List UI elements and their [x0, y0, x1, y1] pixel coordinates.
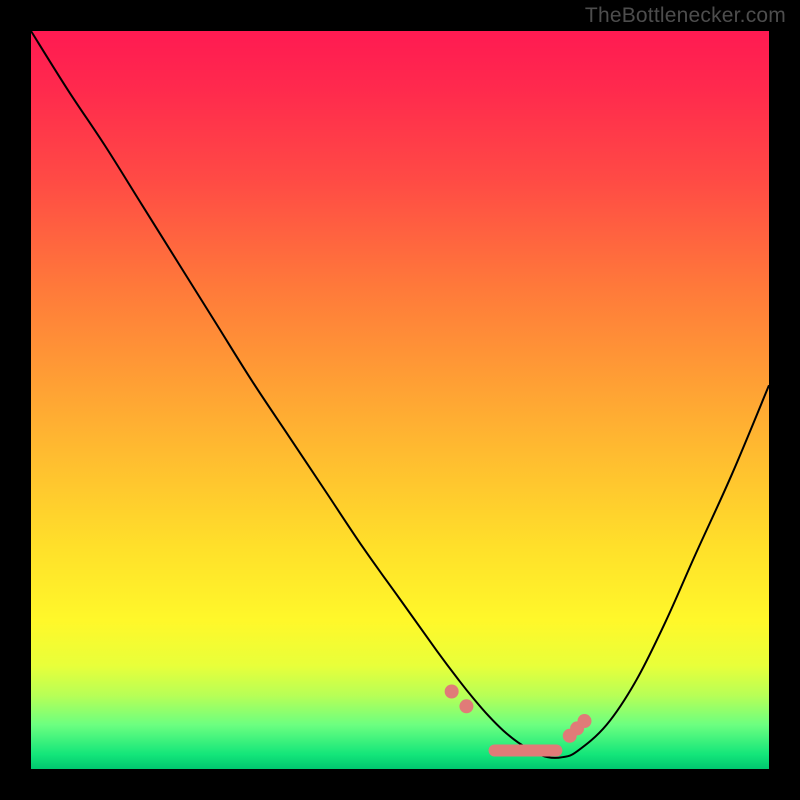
chart-frame: TheBottlenecker.com	[0, 0, 800, 800]
plot-svg	[31, 31, 769, 769]
valley-dot	[445, 685, 459, 699]
bottleneck-curve	[31, 31, 769, 758]
valley-dot	[578, 714, 592, 728]
watermark-text: TheBottlenecker.com	[585, 4, 786, 28]
valley-dot	[459, 699, 473, 713]
plot-area	[31, 31, 769, 769]
valley-markers	[445, 685, 592, 757]
valley-pill	[489, 745, 563, 757]
